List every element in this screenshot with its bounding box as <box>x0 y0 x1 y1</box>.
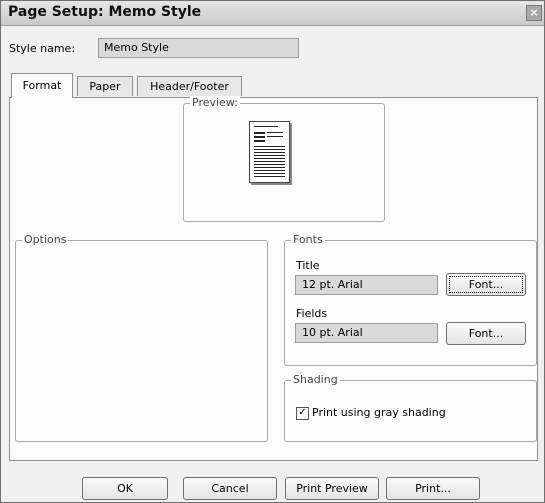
fonts-legend: Fonts <box>291 233 325 246</box>
tab-header-footer[interactable]: Header/Footer <box>137 76 242 96</box>
title-bar[interactable]: Page Setup: Memo Style × <box>1 1 544 26</box>
format-tab-panel: Preview: Options Fonts Title 12 pt. Aria… <box>9 96 538 461</box>
title-font-field: 12 pt. Arial <box>295 275 438 295</box>
page-preview-thumbnail <box>249 121 290 183</box>
style-name-field: Memo Style <box>98 38 299 58</box>
ok-button[interactable]: OK <box>82 477 168 500</box>
page-setup-dialog: Page Setup: Memo Style × Style name: Mem… <box>0 0 545 503</box>
gray-shading-label[interactable]: Print using gray shading <box>312 406 446 419</box>
shading-legend: Shading <box>291 373 340 386</box>
print-button[interactable]: Print... <box>386 477 480 500</box>
fonts-group: Fonts Title 12 pt. Arial Font... Fields … <box>284 233 537 366</box>
gray-shading-checkbox[interactable]: ✓ <box>296 407 309 420</box>
options-group: Options <box>15 233 268 442</box>
window-title: Page Setup: Memo Style <box>8 4 202 20</box>
fields-font-label: Fields <box>296 307 328 320</box>
fields-font-field: 10 pt. Arial <box>295 323 438 343</box>
style-name-label: Style name: <box>9 42 76 55</box>
print-preview-button[interactable]: Print Preview <box>285 477 379 500</box>
shading-group: Shading ✓ Print using gray shading <box>284 373 537 442</box>
title-font-button[interactable]: Font... <box>446 273 526 296</box>
tab-format[interactable]: Format <box>11 73 73 98</box>
options-legend: Options <box>22 233 69 246</box>
tab-paper[interactable]: Paper <box>77 76 133 96</box>
close-icon[interactable]: × <box>526 5 542 21</box>
fields-font-button[interactable]: Font... <box>446 322 526 345</box>
title-font-label: Title <box>296 259 320 272</box>
preview-group: Preview: <box>183 96 385 222</box>
preview-legend: Preview: <box>190 96 240 109</box>
cancel-button[interactable]: Cancel <box>183 477 277 500</box>
